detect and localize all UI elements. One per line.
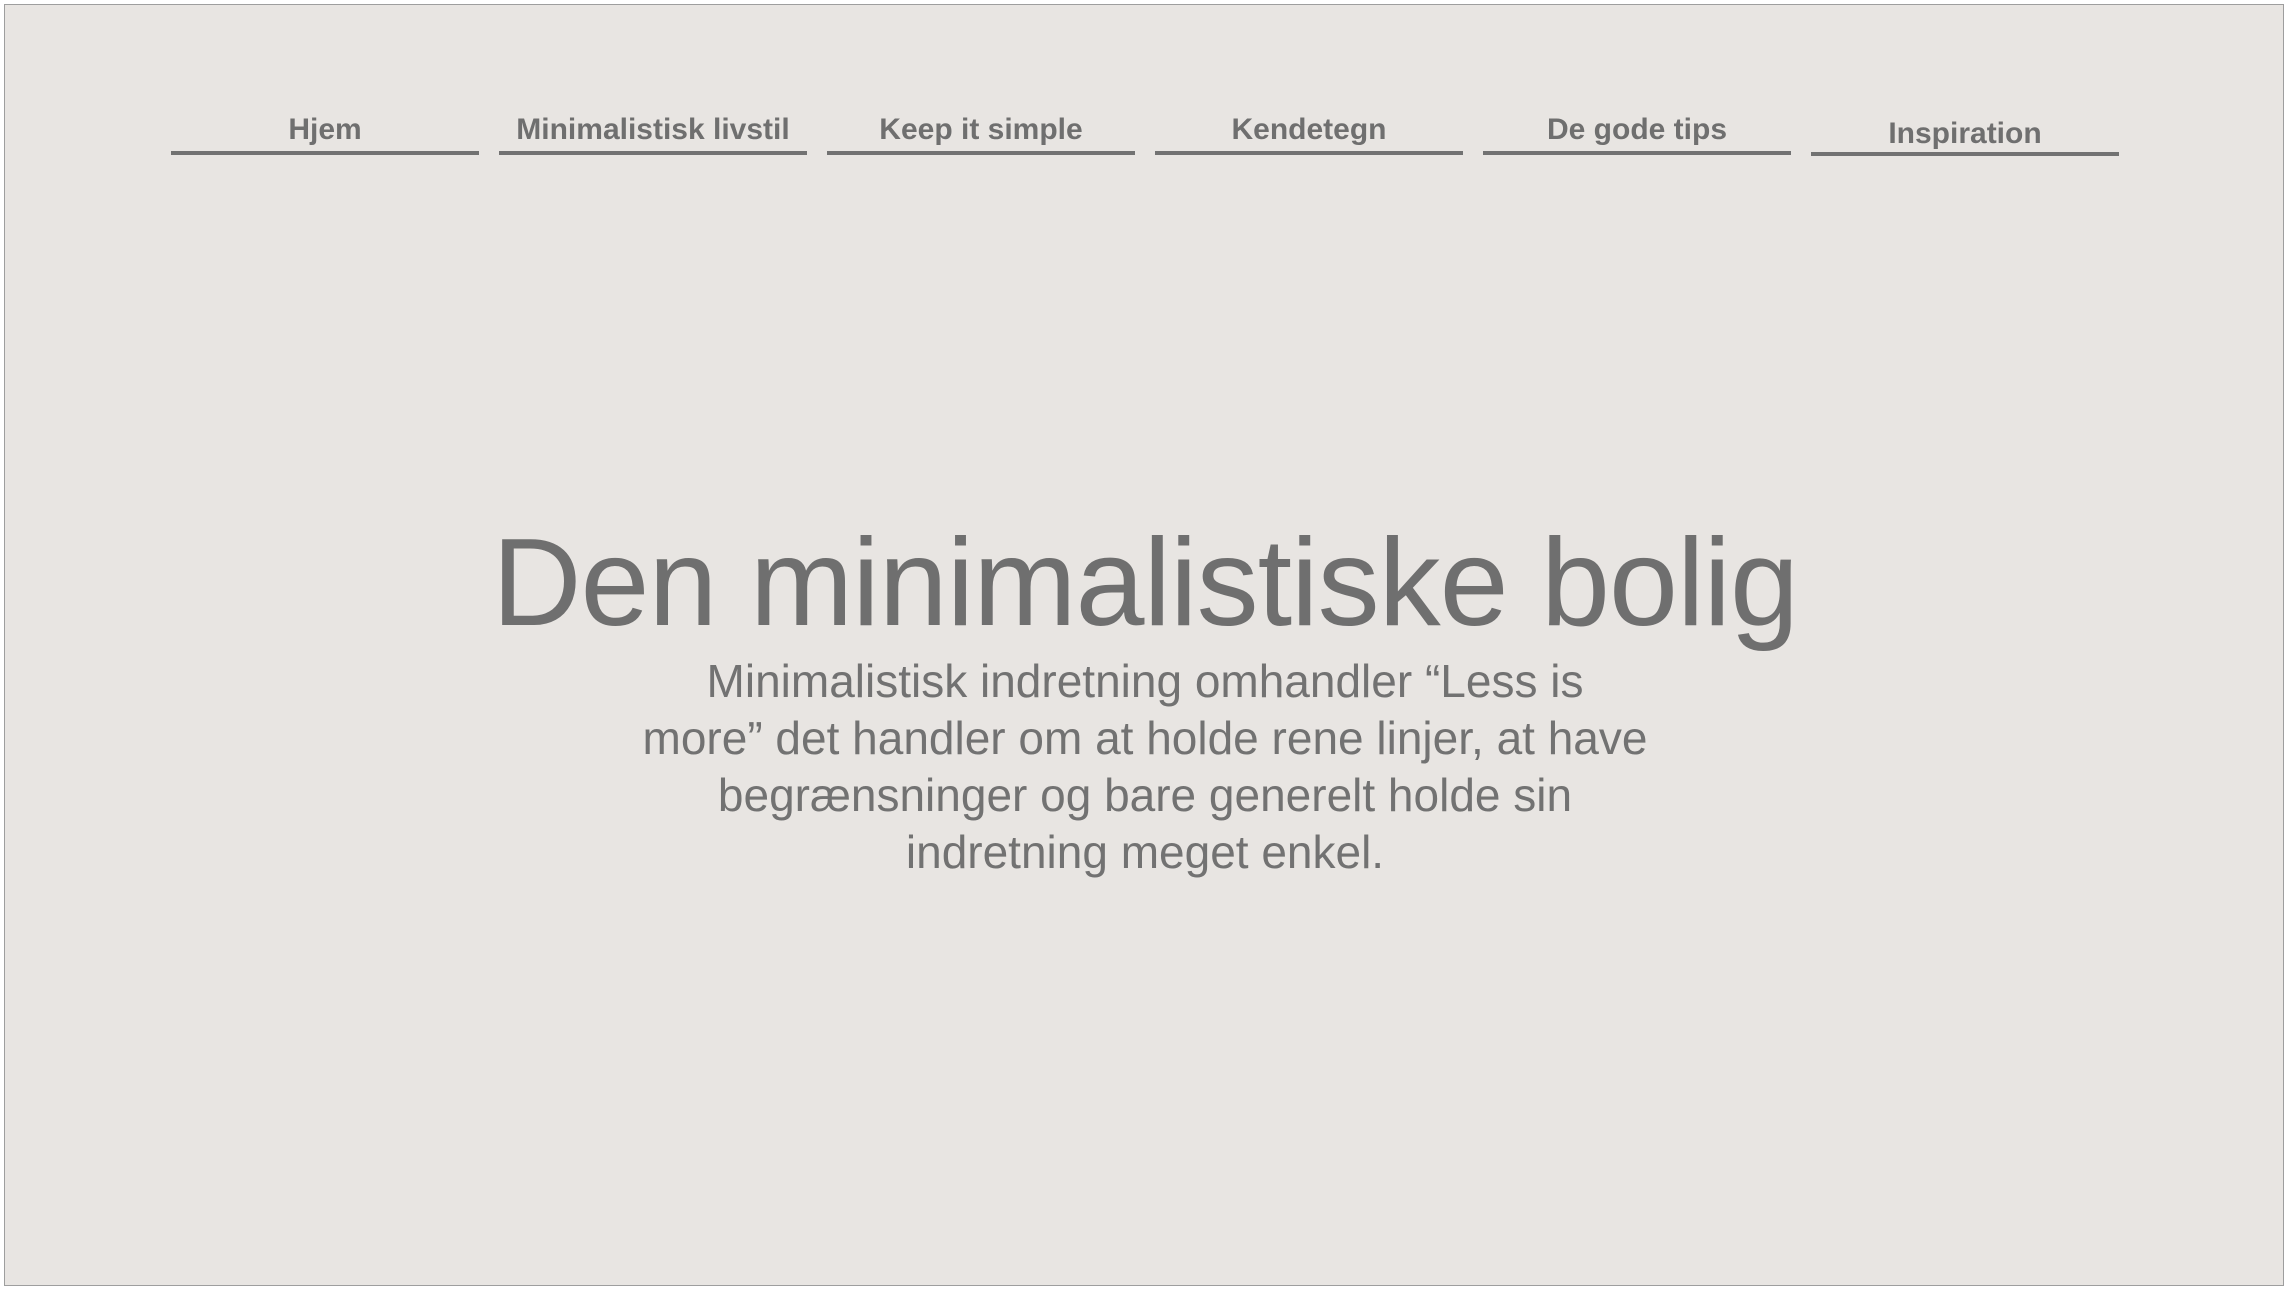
nav-item-inspiration[interactable]: Inspiration bbox=[1811, 101, 2119, 156]
hero-description-line: Minimalistisk indretning omhandler “Less… bbox=[706, 655, 1584, 707]
nav-item-keep-it-simple[interactable]: Keep it simple bbox=[827, 101, 1135, 155]
hero-description-line: indretning meget enkel. bbox=[905, 826, 1385, 878]
slide-page: Hjem Minimalistisk livstil Keep it simpl… bbox=[4, 4, 2284, 1286]
hero-description-line: more” det handler om at holde rene linje… bbox=[642, 712, 1648, 764]
page-title: Den minimalistiske bolig bbox=[491, 514, 1799, 652]
hero-description: Minimalistisk indretning omhandler “Less… bbox=[595, 653, 1695, 881]
hero-section: Den minimalistiske bolig Minimalistisk i… bbox=[5, 513, 2285, 881]
nav-item-de-gode-tips[interactable]: De gode tips bbox=[1483, 101, 1791, 155]
top-navigation: Hjem Minimalistisk livstil Keep it simpl… bbox=[171, 101, 2126, 157]
nav-item-hjem[interactable]: Hjem bbox=[171, 101, 479, 155]
nav-item-kendetegn[interactable]: Kendetegn bbox=[1155, 101, 1463, 155]
hero-description-line: begrænsninger og bare generelt holde sin bbox=[717, 769, 1573, 821]
nav-item-minimalistisk-livstil[interactable]: Minimalistisk livstil bbox=[499, 101, 807, 155]
